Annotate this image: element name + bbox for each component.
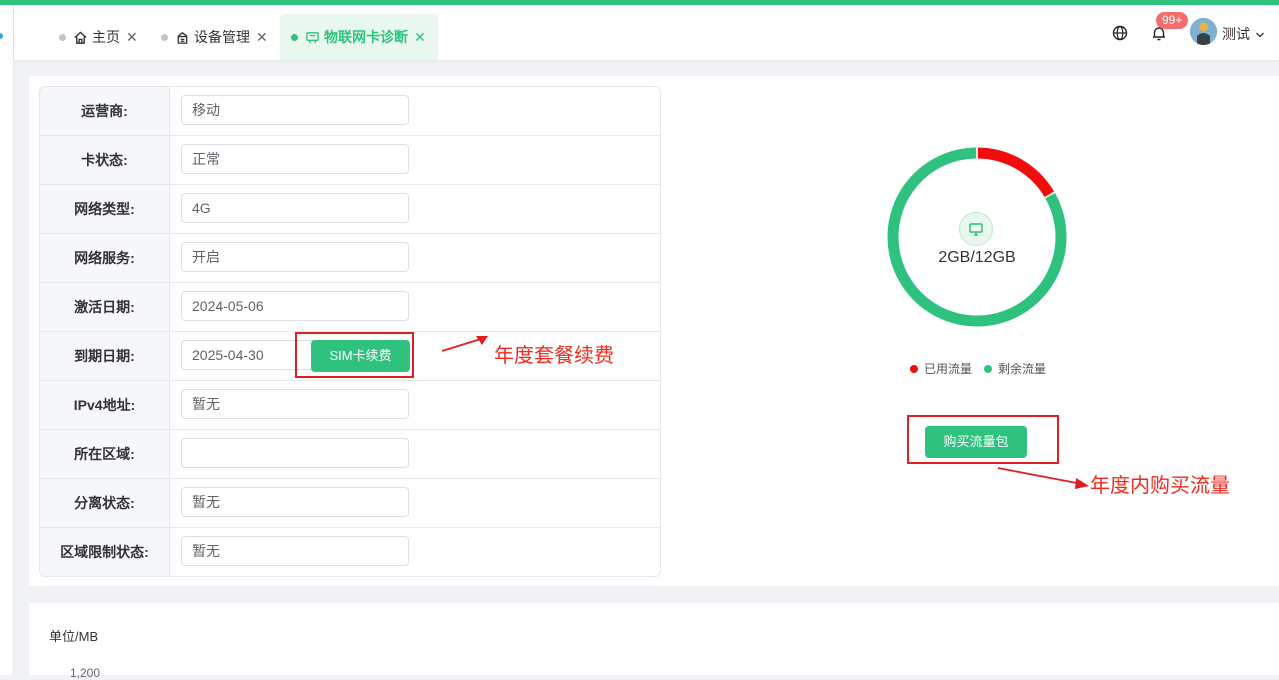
tab-home[interactable]: 主页 ✕ <box>59 14 138 60</box>
row-label: 所在区域: <box>40 430 170 478</box>
close-icon[interactable]: ✕ <box>126 29 138 46</box>
legend-label: 剩余流量 <box>998 362 1047 376</box>
info-row-network-type: 网络类型: 4G <box>40 185 660 234</box>
info-row-ipv4: IPv4地址: 暂无 <box>40 381 660 430</box>
chart-unit-label: 单位/MB <box>49 629 99 644</box>
chevron-down-icon[interactable] <box>1255 27 1265 38</box>
globe-icon[interactable] <box>1112 25 1128 41</box>
card-status-field[interactable]: 正常 <box>181 144 409 174</box>
sidebar-collapsed <box>0 5 14 675</box>
legend-used: 已用流量 <box>910 360 972 377</box>
annotation-renew: 年度套餐续费 <box>494 345 614 367</box>
monitor-icon <box>959 212 993 246</box>
region-field[interactable] <box>181 438 409 468</box>
notification-badge: 99+ <box>1156 12 1189 29</box>
tab-device-management[interactable]: 设备管理 ✕ <box>161 14 268 60</box>
legend-dot-remaining <box>984 364 992 373</box>
sidebar-indicator <box>0 33 3 39</box>
row-label: 网络服务: <box>40 234 170 282</box>
annotation-buy: 年度内购买流量 <box>1090 475 1230 497</box>
tab-label: 主页 <box>92 29 120 45</box>
tab-label: 设备管理 <box>194 29 250 45</box>
y-axis-tick: 1,200 <box>70 666 101 680</box>
info-row-region-restriction: 区域限制状态: 暂无 <box>40 528 660 576</box>
close-icon[interactable]: ✕ <box>414 29 426 46</box>
row-label: 区域限制状态: <box>40 528 170 576</box>
arrow-icon <box>441 336 488 352</box>
header-bar: 主页 ✕ 设备管理 ✕ 物联网卡诊断 ✕ 99+ 测试 <box>14 5 1279 60</box>
row-label: 卡状态: <box>40 136 170 184</box>
row-label: 运营商: <box>40 87 170 135</box>
sim-card-icon <box>305 30 320 45</box>
info-row-region: 所在区域: <box>40 430 660 479</box>
device-icon <box>175 30 190 45</box>
row-label: 到期日期: <box>40 332 170 380</box>
arrow-icon <box>997 467 1089 489</box>
tab-status-dot <box>291 33 298 41</box>
network-type-field[interactable]: 4G <box>181 193 409 223</box>
tab-status-dot <box>161 33 168 41</box>
info-row-operator: 运营商: 移动 <box>40 87 660 136</box>
ipv4-field[interactable]: 暂无 <box>181 389 409 419</box>
tab-status-dot <box>59 33 66 41</box>
legend-remaining: 剩余流量 <box>984 360 1046 377</box>
row-label: 网络类型: <box>40 185 170 233</box>
avatar[interactable] <box>1190 18 1217 45</box>
traffic-usage-label: 2GB/12GB <box>938 249 1016 266</box>
legend-dot-used <box>910 364 918 373</box>
close-icon[interactable]: ✕ <box>256 29 268 46</box>
operator-field[interactable]: 移动 <box>181 95 409 125</box>
legend-label: 已用流量 <box>924 362 973 376</box>
home-icon <box>73 30 88 45</box>
detach-status-field[interactable]: 暂无 <box>181 487 409 517</box>
row-label: 激活日期: <box>40 283 170 331</box>
region-restriction-field[interactable]: 暂无 <box>181 536 409 566</box>
activation-date-field[interactable]: 2024-05-06 <box>181 291 409 321</box>
network-service-field[interactable]: 开启 <box>181 242 409 272</box>
donut-slice-used <box>977 147 1055 198</box>
traffic-usage-chart-card <box>29 603 1279 675</box>
info-row-activation-date: 激活日期: 2024-05-06 <box>40 283 660 332</box>
info-row-detach-status: 分离状态: 暂无 <box>40 479 660 528</box>
info-row-network-service: 网络服务: 开启 <box>40 234 660 283</box>
highlight-box-buy <box>907 415 1059 464</box>
info-row-card-status: 卡状态: 正常 <box>40 136 660 185</box>
row-label: 分离状态: <box>40 479 170 527</box>
username[interactable]: 测试 <box>1222 24 1250 44</box>
highlight-box-renew <box>295 332 414 378</box>
tab-sim-diagnosis[interactable]: 物联网卡诊断 ✕ <box>280 14 438 60</box>
tab-label: 物联网卡诊断 <box>324 29 408 45</box>
row-label: IPv4地址: <box>40 381 170 429</box>
